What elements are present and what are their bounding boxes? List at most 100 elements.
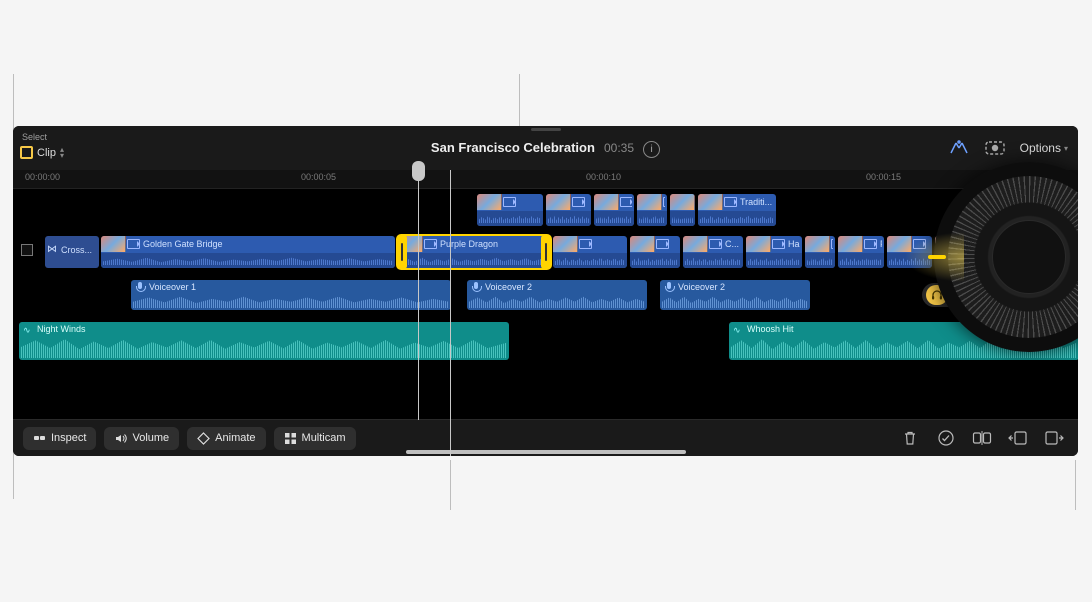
audio-icon: ∿	[733, 325, 741, 336]
playhead-knob[interactable]	[412, 161, 425, 181]
tracks-area[interactable]: M... Traditi... ⋈ Cross... Golden Gate Br…	[13, 188, 1078, 420]
music-clip[interactable]: ∿Night Winds	[19, 322, 509, 360]
camera-icon	[503, 197, 516, 207]
music-label: Whoosh Hit	[747, 324, 794, 334]
project-duration: 00:35	[604, 141, 634, 155]
chevron-down-icon: ▾	[1064, 144, 1068, 153]
volume-button[interactable]: Volume	[104, 427, 179, 450]
voiceover-label: Voiceover 1	[149, 282, 196, 292]
connect-clip-button[interactable]	[1004, 424, 1032, 452]
voiceover-clip[interactable]: Voiceover 2	[467, 280, 647, 310]
microphone-icon	[135, 282, 145, 292]
video-clip[interactable]	[477, 194, 543, 226]
clip-thumbnail	[746, 236, 771, 252]
clip-audio-waveform	[477, 211, 543, 226]
clip-thumbnail	[477, 194, 502, 210]
multicam-button[interactable]: Multicam	[274, 427, 356, 450]
enable-disable-button[interactable]	[932, 424, 960, 452]
split-clip-button[interactable]	[968, 424, 996, 452]
selection-handle-right[interactable]	[541, 235, 551, 269]
timeline-header: Select Clip ▴▾ San Francisco Celebration…	[13, 126, 1078, 171]
clip-audio-waveform	[805, 253, 835, 268]
video-clip[interactable]: C...	[683, 236, 743, 268]
audio-waveform	[469, 294, 645, 308]
jog-wheel[interactable]: ✕	[934, 162, 1078, 352]
camera-icon	[572, 197, 585, 207]
clip-audio-waveform	[670, 211, 695, 226]
clip-audio-waveform	[101, 253, 395, 268]
video-clip[interactable]	[805, 236, 835, 268]
transition-clip[interactable]: ⋈ Cross...	[45, 236, 99, 268]
clip-thumbnail	[670, 194, 695, 210]
inspect-button[interactable]: Inspect	[23, 427, 96, 450]
clip-label: Purple Dragon	[440, 239, 498, 249]
music-waveform	[21, 336, 507, 358]
clip-audio-waveform	[698, 211, 776, 226]
clip-label: Pa...	[880, 239, 882, 249]
ruler-tick: 00:00:05	[301, 172, 336, 182]
playhead[interactable]	[418, 170, 419, 420]
snapping-icon[interactable]	[948, 140, 970, 156]
ruler-tick: 00:00:00	[25, 172, 60, 182]
camera-icon	[656, 239, 669, 249]
camera-icon	[724, 197, 737, 207]
video-clip[interactable]: Happy...	[746, 236, 802, 268]
clip-thumbnail	[101, 236, 126, 252]
delete-button[interactable]	[896, 424, 924, 452]
options-dropdown[interactable]: Options ▾	[1020, 141, 1068, 155]
info-icon[interactable]: i	[643, 141, 660, 158]
ruler-tick: 00:00:15	[866, 172, 901, 182]
callout-line	[450, 460, 451, 510]
video-clip[interactable]	[594, 194, 634, 226]
overwrite-clip-button[interactable]	[1040, 424, 1068, 452]
video-clip[interactable]	[670, 194, 695, 226]
clip-thumbnail	[553, 236, 578, 252]
video-clip[interactable]: M...	[637, 194, 667, 226]
voiceover-clip[interactable]: Voiceover 2	[660, 280, 810, 310]
music-label: Night Winds	[37, 324, 86, 334]
video-clip[interactable]	[546, 194, 591, 226]
clip-audio-waveform	[637, 211, 667, 226]
jog-close-button[interactable]: ✕	[934, 162, 1078, 352]
callout-line	[1075, 460, 1076, 510]
clip-thumbnail	[838, 236, 863, 252]
camera-icon	[831, 239, 833, 249]
clip-label: Golden Gate Bridge	[143, 239, 223, 249]
clip-thumbnail	[546, 194, 571, 210]
voiceover-label: Voiceover 2	[485, 282, 532, 292]
video-clip[interactable]	[553, 236, 627, 268]
audio-waveform	[133, 294, 449, 308]
voiceover-clip[interactable]: Voiceover 1	[131, 280, 451, 310]
clip-thumbnail	[630, 236, 655, 252]
video-clip[interactable]	[630, 236, 680, 268]
clip-thumbnail	[698, 194, 723, 210]
project-title-wrap: San Francisco Celebration 00:35 i	[13, 140, 1078, 158]
selection-handle-left[interactable]	[397, 235, 407, 269]
transition-label: Cross...	[61, 245, 92, 255]
clip-audio-waveform	[683, 253, 743, 268]
camera-icon	[127, 239, 140, 249]
video-clip[interactable]: Purple Dragon	[398, 236, 550, 268]
storyline-checkbox[interactable]	[21, 244, 33, 256]
video-clip[interactable]: Pa...	[838, 236, 884, 268]
drag-handle[interactable]	[531, 128, 561, 131]
camera-icon	[709, 239, 722, 249]
video-clip[interactable]: Traditi...	[698, 194, 776, 226]
microphone-icon	[471, 282, 481, 292]
camera-icon	[864, 239, 877, 249]
video-clip[interactable]: Golden Gate Bridge	[101, 236, 395, 268]
timeline-panel: Select Clip ▴▾ San Francisco Celebration…	[13, 126, 1078, 456]
clip-audio-waveform	[594, 211, 634, 226]
clip-label: Traditi...	[740, 197, 772, 207]
music-track: ∿Night Winds ∿ Whoosh Hit	[13, 322, 1078, 360]
time-ruler[interactable]: 00:00:00 00:00:05 00:00:10 00:00:15	[13, 170, 1078, 189]
home-indicator	[406, 450, 686, 454]
clip-thumbnail	[805, 236, 830, 252]
magnetic-mask-icon[interactable]	[984, 140, 1006, 156]
clip-thumbnail	[594, 194, 619, 210]
clip-audio-waveform	[546, 211, 591, 226]
animate-button[interactable]: Animate	[187, 427, 265, 450]
project-title: San Francisco Celebration	[431, 140, 595, 155]
skimmer[interactable]	[450, 170, 451, 456]
microphone-icon	[664, 282, 674, 292]
